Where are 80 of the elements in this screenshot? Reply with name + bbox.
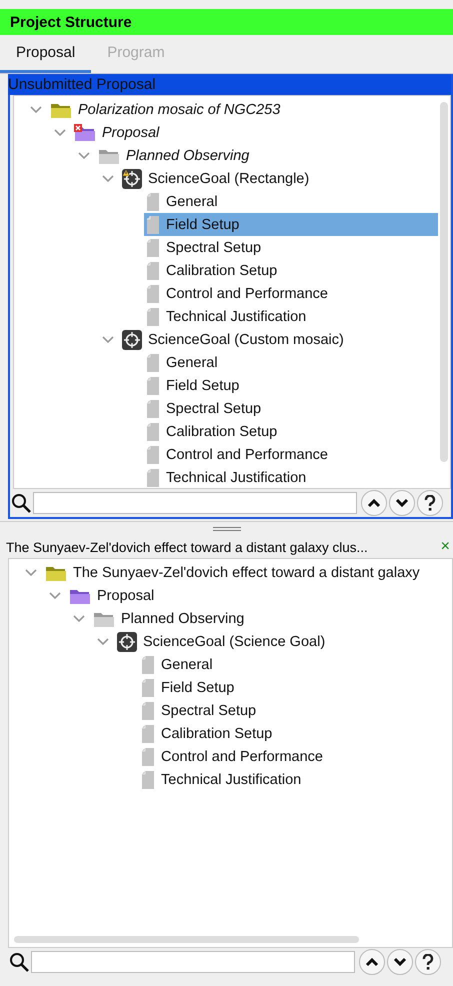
tree-item[interactable]: Control and Performance: [144, 282, 438, 305]
previous-button[interactable]: [361, 490, 387, 516]
search-field[interactable]: [31, 951, 355, 973]
search-icon: [9, 952, 29, 972]
tree-item[interactable]: The Sunyaev-Zel'dovich effect toward a distant galaxy: [43, 561, 452, 584]
page-icon: [146, 216, 160, 234]
page-icon: [146, 354, 160, 372]
page-icon: [141, 748, 155, 766]
page-icon: [146, 238, 160, 256]
previous-button[interactable]: [359, 949, 385, 975]
page-icon: [141, 702, 155, 720]
tree-item[interactable]: Polarization mosaic of NGC253: [48, 98, 438, 121]
target-icon: [122, 168, 142, 188]
tree-item[interactable]: Calibration Setup: [144, 420, 438, 443]
chevron-up-icon: [367, 498, 381, 508]
tree-item[interactable]: Spectral Setup: [139, 699, 452, 722]
chevron-down-icon[interactable]: [25, 568, 37, 576]
vertical-scrollbar[interactable]: [440, 102, 448, 462]
tree-item[interactable]: Field Setup: [144, 374, 438, 397]
tree-item[interactable]: Calibration Setup: [139, 722, 452, 745]
page-icon: [141, 678, 155, 696]
tree-item[interactable]: General: [144, 351, 438, 374]
target-icon: [117, 632, 137, 652]
page-icon: [146, 468, 160, 486]
chevron-down-icon: [393, 957, 407, 967]
next-button[interactable]: [387, 949, 413, 975]
page-icon: [146, 376, 160, 394]
page-icon: [141, 724, 155, 742]
question-mark-icon: [424, 495, 436, 511]
chevron-up-icon: [365, 957, 379, 967]
splitter-handle[interactable]: [212, 527, 240, 531]
tree-item[interactable]: Technical Justification: [144, 305, 438, 328]
chevron-down-icon[interactable]: [102, 336, 114, 344]
page-icon: [146, 422, 160, 440]
tree-item[interactable]: General: [144, 190, 438, 213]
tree-item[interactable]: ScienceGoal (Science Goal): [115, 630, 452, 653]
tree-item[interactable]: Field Setup: [139, 676, 452, 699]
page-icon: [141, 656, 155, 674]
tree-item[interactable]: Technical Justification: [144, 466, 438, 488]
tree-item[interactable]: Technical Justification: [139, 768, 452, 791]
tree-item[interactable]: Proposal: [72, 121, 438, 144]
tree-item[interactable]: Proposal: [67, 584, 452, 607]
panel-header: Unsubmitted Proposal: [8, 74, 451, 95]
tree-item[interactable]: Spectral Setup: [144, 236, 438, 259]
horizontal-scrollbar[interactable]: [14, 936, 359, 943]
chevron-down-icon: [395, 498, 409, 508]
window-title: Project Structure: [0, 9, 453, 35]
tree-item[interactable]: Planned Observing: [91, 607, 452, 630]
chevron-down-icon[interactable]: [30, 106, 42, 114]
page-icon: [146, 284, 160, 302]
chevron-down-icon[interactable]: [73, 614, 85, 622]
next-button[interactable]: [389, 490, 415, 516]
target-icon: [122, 330, 142, 350]
help-button[interactable]: [417, 490, 443, 516]
tree-item[interactable]: Spectral Setup: [144, 397, 438, 420]
chevron-down-icon[interactable]: [54, 128, 66, 136]
search-icon: [11, 493, 31, 513]
tree-item[interactable]: Control and Performance: [144, 443, 438, 466]
question-mark-icon: [422, 954, 434, 970]
page-icon: [146, 400, 160, 418]
tree-item[interactable]: Planned Observing: [96, 144, 438, 167]
tree-item[interactable]: General: [139, 653, 452, 676]
page-icon: [146, 192, 160, 210]
chevron-down-icon[interactable]: [97, 638, 109, 646]
search-field[interactable]: [33, 492, 357, 514]
tree-item[interactable]: Control and Performance: [139, 745, 452, 768]
chevron-down-icon[interactable]: [78, 152, 90, 160]
chevron-down-icon[interactable]: [102, 174, 114, 182]
tree-item[interactable]: ScienceGoal (Rectangle): [120, 167, 438, 190]
page-icon: [141, 770, 155, 788]
tree-item[interactable]: Calibration Setup: [144, 259, 438, 282]
page-icon: [146, 308, 160, 326]
tree-item[interactable]: ScienceGoal (Custom mosaic): [120, 328, 438, 351]
page-icon: [146, 262, 160, 280]
tree-item[interactable]: Field Setup: [144, 213, 438, 236]
help-button[interactable]: [415, 949, 441, 975]
chevron-down-icon[interactable]: [49, 592, 61, 600]
close-button[interactable]: ×: [440, 539, 450, 555]
panel-header: The Sunyaev-Zel'dovich effect toward a distant galaxy clus...: [6, 540, 368, 554]
page-icon: [146, 446, 160, 464]
